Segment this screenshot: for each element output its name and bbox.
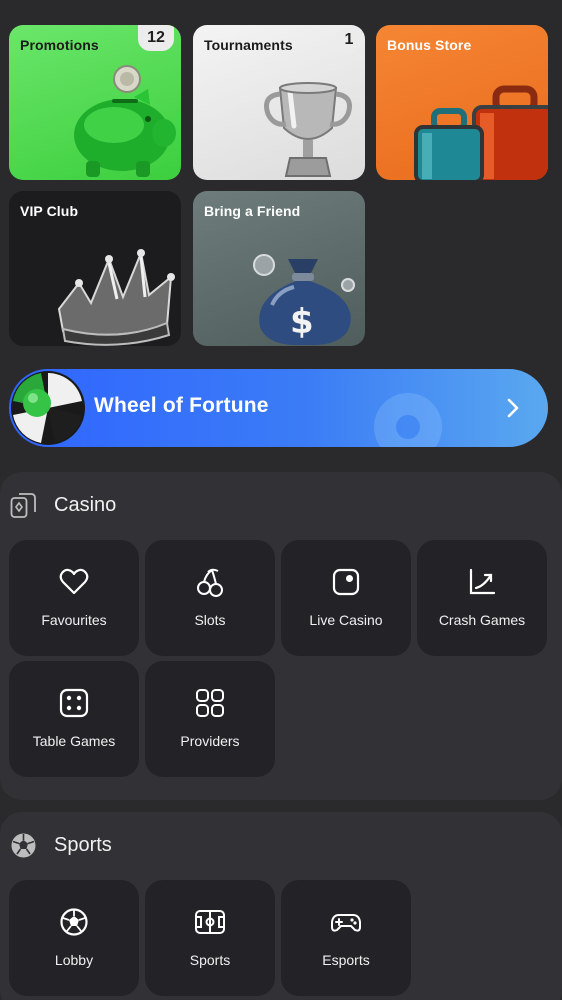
playing-cards-icon — [10, 493, 36, 518]
crash-games-label: Crash Games — [438, 612, 526, 628]
vip-club-tile[interactable]: VIP Club — [9, 191, 181, 346]
sports-label: Sports — [189, 952, 231, 968]
bonus-store-tile[interactable]: Bonus Store — [376, 25, 548, 180]
soccer-ball-header-icon — [11, 833, 36, 858]
fortune-wheel-icon — [11, 371, 85, 445]
crash-chart-icon — [469, 568, 496, 595]
sports-title: Sports — [54, 834, 112, 856]
svg-text:$: $ — [290, 302, 314, 342]
sports-item-esports[interactable]: Esports — [281, 880, 411, 996]
grid-icon — [196, 689, 224, 717]
soccer-ball-icon — [60, 908, 88, 936]
sports-item-lobby[interactable]: Lobby — [9, 880, 139, 996]
gamepad-icon — [331, 914, 361, 932]
promotions-count-badge: 12 — [138, 25, 174, 51]
slots-label: Slots — [194, 612, 226, 628]
tournaments-count-badge: 1 — [336, 27, 362, 53]
football-field-icon — [195, 910, 225, 934]
suitcase-icon — [414, 85, 548, 180]
vip-club-label: VIP Club — [20, 203, 79, 219]
promotions-tile[interactable]: Promotions 12 — [9, 25, 181, 180]
piggy-bank-icon — [74, 65, 176, 177]
live-casino-label: Live Casino — [309, 612, 383, 628]
live-casino-icon — [332, 568, 360, 596]
lobby-label: Lobby — [54, 952, 94, 968]
tournaments-tile[interactable]: Tournaments 1 — [193, 25, 365, 180]
sports-item-sports[interactable]: Sports — [145, 880, 275, 996]
casino-title: Casino — [54, 494, 117, 516]
casino-item-live-casino[interactable]: Live Casino — [281, 540, 411, 656]
casino-section: Casino Favourites Slots Live Casino Cras… — [0, 472, 562, 800]
casino-item-crash-games[interactable]: Crash Games — [417, 540, 547, 656]
bonus-store-label: Bonus Store — [387, 37, 472, 53]
casino-item-providers[interactable]: Providers — [145, 661, 275, 777]
dice-icon — [59, 688, 89, 718]
esports-label: Esports — [322, 952, 370, 968]
wheel-of-fortune-banner[interactable]: Wheel of Fortune — [9, 369, 548, 447]
casino-item-favourites[interactable]: Favourites — [9, 540, 139, 656]
heart-icon — [59, 568, 89, 595]
cherries-icon — [197, 568, 223, 597]
casino-item-table-games[interactable]: Table Games — [9, 661, 139, 777]
favourites-label: Favourites — [41, 612, 107, 628]
providers-label: Providers — [180, 733, 240, 749]
table-games-label: Table Games — [32, 733, 116, 749]
trophy-icon — [264, 82, 352, 177]
crown-icon — [57, 249, 175, 346]
tournaments-label: Tournaments — [204, 37, 293, 53]
casino-item-slots[interactable]: Slots — [145, 540, 275, 656]
bring-a-friend-tile[interactable]: Bring a Friend $ — [193, 191, 365, 346]
chevron-right-icon — [507, 398, 519, 418]
wheel-of-fortune-title: Wheel of Fortune — [94, 394, 269, 417]
decorative-wheel-icon — [374, 393, 442, 447]
money-bag-icon: $ — [253, 254, 355, 346]
sports-section: Sports Lobby Sports Esports — [0, 812, 562, 1000]
bring-a-friend-label: Bring a Friend — [204, 203, 301, 219]
promotions-label: Promotions — [20, 37, 99, 53]
